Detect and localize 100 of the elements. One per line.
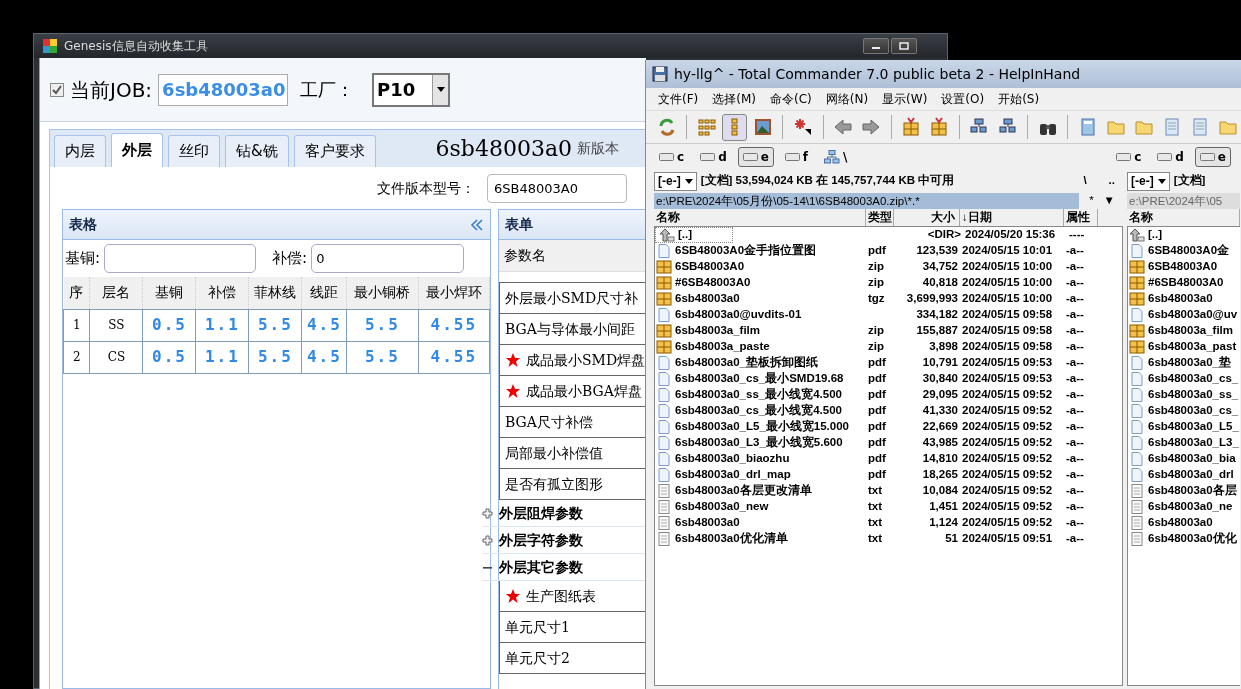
file-row[interactable]: 6sb48003a0_drl <box>1128 467 1240 483</box>
menu-item[interactable]: 命令(C) <box>770 90 812 108</box>
package-icon[interactable] <box>929 117 950 137</box>
drive-button[interactable]: d <box>1152 147 1189 167</box>
file-size: <DIR> <box>927 228 961 241</box>
file-row[interactable]: 6SB48003A0金手指位置图 pdf 123,539 2024/05/15 10:01 -a-- <box>655 243 1122 259</box>
file-row[interactable]: 6sb48003a0 txt 1,124 2024/05/15 09:52 -a-- <box>655 515 1122 531</box>
package-icon[interactable] <box>901 117 922 137</box>
path-field[interactable]: e:\PRE\2024年\05月份\05-14\1\6SB48003A0.zip\*.* <box>654 192 1080 209</box>
archive-icon <box>656 260 672 274</box>
drive-button[interactable]: f <box>779 147 814 167</box>
menu-item[interactable]: 显示(W) <box>882 90 928 108</box>
compensation-field[interactable]: 0 <box>311 244 465 273</box>
file-row[interactable]: 6sb48003a0_ne <box>1128 499 1240 515</box>
drive-select[interactable]: [-e-] <box>654 171 697 191</box>
root-button[interactable]: \ <box>819 147 853 167</box>
drive-select[interactable]: [-e-] <box>1127 171 1170 191</box>
file-type: pdf <box>868 420 886 433</box>
file-row[interactable]: 6sb48003a_film zip 155,887 2024/05/15 09:58 -a-- <box>655 323 1122 339</box>
menu-item[interactable]: 网络(N) <box>825 90 869 108</box>
free-space-text: [文档] 53,594,024 KB 在 145,757,744 KB 中可用 <box>700 173 955 189</box>
file-row[interactable]: 6SB48003A0 <box>1128 259 1240 275</box>
drive-button[interactable]: e <box>737 147 774 167</box>
file-row[interactable]: #6SB48003A0 zip 40,818 2024/05/15 10:00 -a-- <box>655 275 1122 291</box>
file-row[interactable]: 6sb48003a0_bia <box>1128 451 1240 467</box>
column-header[interactable]: 参数名 <box>499 240 646 272</box>
file-size: 14,810 <box>922 452 958 465</box>
menu-item[interactable]: 选择(M) <box>712 90 756 108</box>
column-header[interactable]: 最小铜桥 <box>346 277 419 309</box>
filter-button[interactable]: * <box>1089 191 1094 210</box>
grid-view-icon[interactable] <box>696 117 717 137</box>
file-row[interactable]: 6sb48003a0_L5_ <box>1128 419 1240 435</box>
forward-arrow-icon[interactable] <box>861 117 882 137</box>
file-row[interactable]: 6sb48003a0_垫板拆卸图纸 pdf 10,791 2024/05/15 09:53 -a-- <box>655 355 1122 371</box>
file-row[interactable]: 6sb48003a_past <box>1128 339 1240 355</box>
file-row[interactable]: 6sb48003a0_biaozhu pdf 14,810 2024/05/15 09:52 -a-- <box>655 451 1122 467</box>
history-button[interactable]: ▼ <box>1103 191 1115 210</box>
menu-item[interactable]: 设置(O) <box>941 90 985 108</box>
tab[interactable]: 内层 <box>54 135 106 167</box>
image-icon[interactable] <box>752 117 773 137</box>
file-row[interactable]: 6sb48003a0优化清单 txt 51 2024/05/15 09:51 -a-- <box>655 531 1122 547</box>
file-row[interactable]: [..] <box>1128 227 1240 243</box>
file-name: 6SB48003A0金手指位置图 <box>675 242 817 259</box>
expand-icon[interactable] <box>482 507 493 519</box>
path-field[interactable]: e:\PRE\2024年\05 <box>1127 192 1240 209</box>
file-row[interactable]: 6sb48003a_paste zip 3,898 2024/05/15 09:58 -a-- <box>655 339 1122 355</box>
file-row[interactable]: 6sb48003a0_cs_ <box>1128 371 1240 387</box>
file-row[interactable]: 6sb48003a0_cs_最小线宽4.500 pdf 41,330 2024/05/15 09:52 -a-- <box>655 403 1122 419</box>
drive-button[interactable]: c <box>654 147 690 167</box>
column-header[interactable]: 补偿 <box>195 277 249 309</box>
file-row[interactable]: 6sb48003a0_new txt 1,451 2024/05/15 09:52 -a-- <box>655 499 1122 515</box>
menu-item[interactable]: 开始(S) <box>998 90 1040 108</box>
column-header[interactable]: 菲林线 <box>248 277 302 309</box>
file-row[interactable]: 6sb48003a_film <box>1128 323 1240 339</box>
file-row[interactable]: 6sb48003a0_垫 <box>1128 355 1240 371</box>
column-header[interactable]: 线距 <box>301 277 347 309</box>
file-row[interactable]: 6sb48003a0_L5_最小线宽15.000 pdf 22,669 2024/05/15 09:52 -a-- <box>655 419 1122 435</box>
checkbox[interactable] <box>50 82 64 97</box>
file-row[interactable]: 6sb48003a0@uv <box>1128 307 1240 323</box>
back-arrow-icon[interactable] <box>833 117 854 137</box>
file-row[interactable]: 6sb48003a0各层 <box>1128 483 1240 499</box>
file-row[interactable]: 6sb48003a0_drl_map pdf 18,265 2024/05/15 09:52 -a-- <box>655 467 1122 483</box>
file-row[interactable]: 6sb48003a0 <box>1128 291 1240 307</box>
file-row[interactable]: 6SB48003A0 zip 34,752 2024/05/15 10:00 -a-- <box>655 259 1122 275</box>
file-row[interactable]: 6sb48003a0优化 <box>1128 531 1240 547</box>
minimize-button[interactable] <box>863 38 889 54</box>
tab[interactable]: 外层 <box>111 133 163 167</box>
expand-icon[interactable] <box>482 534 493 546</box>
file-name: 6sb48003a0_drl_map <box>675 467 791 483</box>
drive-button[interactable]: d <box>695 147 732 167</box>
file-row[interactable]: 6sb48003a0_ss_ <box>1128 387 1240 403</box>
column-header[interactable]: 层名 <box>90 277 143 309</box>
file-row[interactable]: #6SB48003A0 <box>1128 275 1240 291</box>
maximize-button[interactable] <box>891 38 917 54</box>
drive-button[interactable]: c <box>1111 147 1147 167</box>
file-row[interactable]: 6sb48003a0 <box>1128 515 1240 531</box>
parent-button[interactable]: .. <box>1108 172 1115 190</box>
file-row[interactable]: 6sb48003a0_L3_最小线宽5.600 pdf 43,985 2024/05/15 09:52 -a-- <box>655 435 1122 451</box>
drive-button[interactable]: e <box>1194 147 1231 167</box>
file-date: 2024/05/15 09:52 <box>962 404 1053 417</box>
sparkle-icon[interactable] <box>792 117 813 137</box>
file-row[interactable]: 6sb48003a0_cs_ <box>1128 403 1240 419</box>
menu-item[interactable]: 文件(F) <box>658 90 699 108</box>
root-button[interactable]: \ <box>1083 172 1087 190</box>
file-row[interactable]: 6sb48003a0@uvdits-01 334,182 2024/05/15 09:58 -a-- <box>655 307 1122 323</box>
file-row[interactable]: 6sb48003a0_cs_最小SMD19.68 pdf 30,840 2024/05/15 09:53 -a-- <box>655 371 1122 387</box>
file-row[interactable]: 6sb48003a0 tgz 3,699,993 2024/05/15 10:00 -a-- <box>655 291 1122 307</box>
file-version-field[interactable]: 6SB48003A0 <box>487 174 627 203</box>
factory-select[interactable]: P10 <box>372 72 451 107</box>
file-row[interactable]: 6sb48003a0_ss_最小线宽4.500 pdf 29,095 2024/05/15 09:52 -a-- <box>655 387 1122 403</box>
file-row[interactable]: 6SB48003A0金 <box>1128 243 1240 259</box>
column-header[interactable]: 序 <box>63 277 90 309</box>
column-header[interactable]: 基铜 <box>142 277 196 309</box>
column-header[interactable]: 最小焊环 <box>418 277 490 309</box>
tab[interactable]: 丝印 <box>168 135 220 167</box>
tab[interactable]: 钻&铣 <box>225 135 289 167</box>
base-copper-field[interactable] <box>104 244 257 273</box>
file-row[interactable]: 6sb48003a0_L3_ <box>1128 435 1240 451</box>
file-row[interactable]: 6sb48003a0各层更改清单 txt 10,084 2024/05/15 09:52 -a-- <box>655 483 1122 499</box>
tab[interactable]: 客户要求 <box>293 135 376 167</box>
